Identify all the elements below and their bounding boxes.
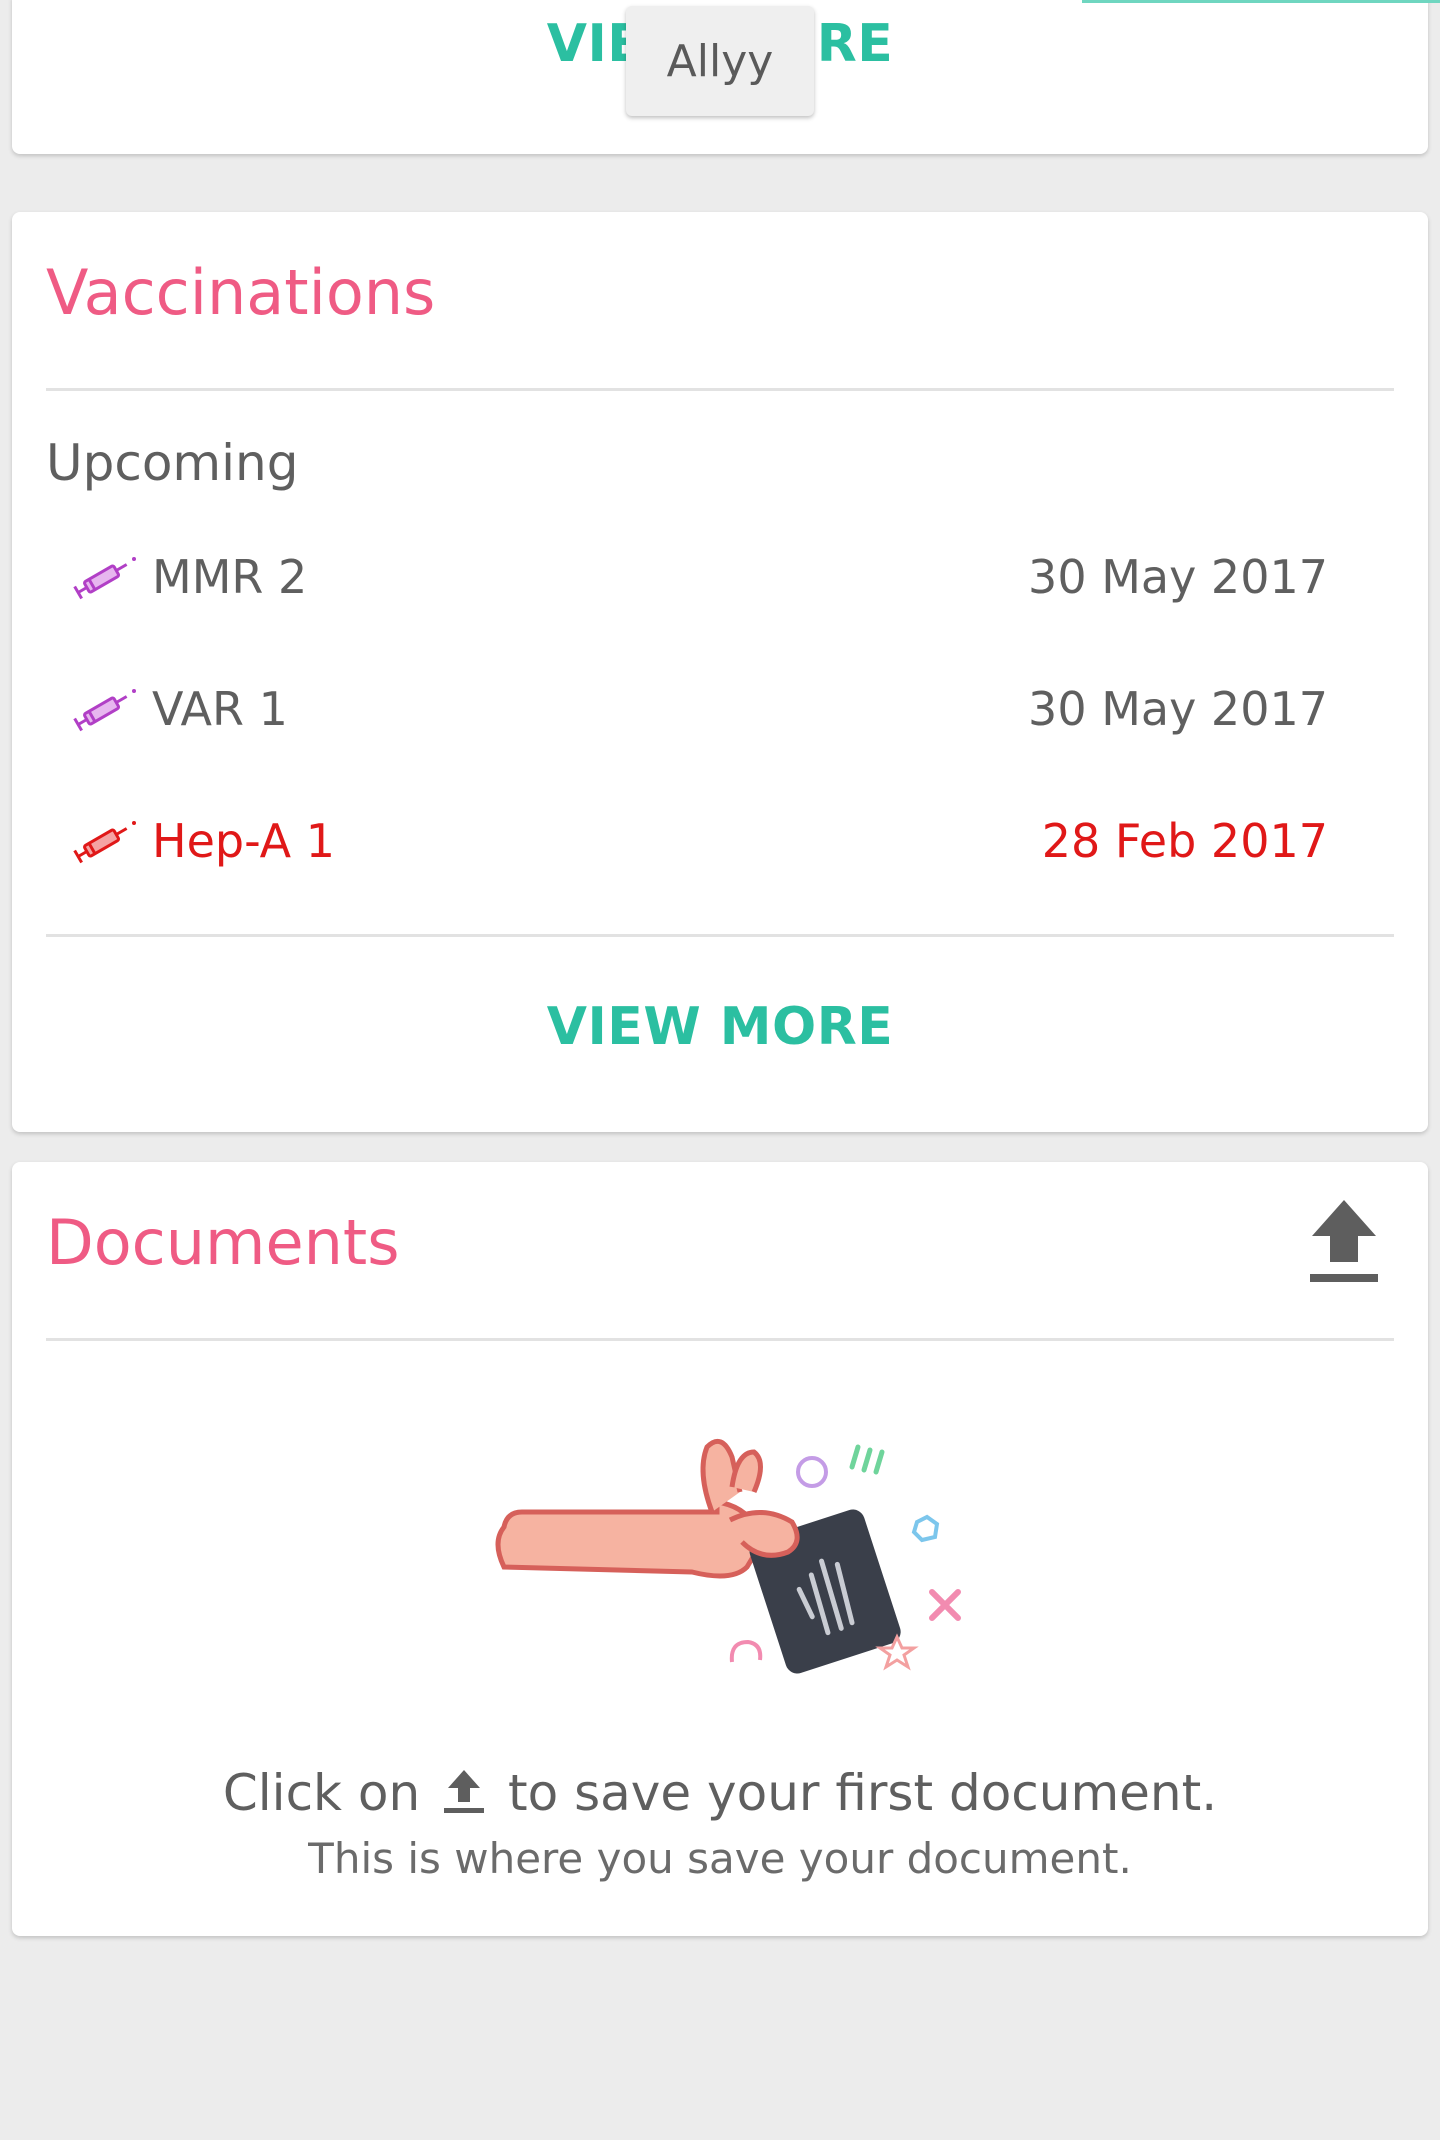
message-prefix: Click on <box>222 1764 421 1822</box>
vaccination-row[interactable]: MMR 2 30 May 2017 <box>12 542 1428 612</box>
message-suffix: to save your first document. <box>508 1764 1218 1822</box>
empty-state-message: Click on to save your first document. <box>12 1764 1428 1822</box>
syringe-icon <box>73 689 136 732</box>
syringe-icon <box>73 821 136 864</box>
vaccine-date: 30 May 2017 <box>1028 682 1328 736</box>
vaccine-date: 30 May 2017 <box>1028 550 1328 604</box>
tooltip: Allyy <box>626 6 814 116</box>
divider <box>46 934 1394 937</box>
empty-state-subtext: This is where you save your document. <box>308 1834 1132 1883</box>
divider <box>46 388 1394 391</box>
upcoming-label: Upcoming <box>46 434 299 492</box>
vaccination-row-overdue[interactable]: Hep-A 1 28 Feb 2017 <box>12 806 1428 876</box>
divider <box>46 1338 1394 1341</box>
tooltip-text: Allyy <box>666 35 774 87</box>
syringe-icon <box>73 557 136 600</box>
top-accent-line <box>1082 0 1440 3</box>
documents-card: Documents Click on to save your first do… <box>12 1162 1428 1936</box>
vaccine-name: Hep-A 1 <box>152 814 336 868</box>
xray-hand-illustration-icon <box>495 1438 961 1674</box>
upload-icon-inline <box>444 1770 485 1813</box>
vaccine-name: VAR 1 <box>152 682 288 736</box>
vaccine-date: 28 Feb 2017 <box>1041 814 1328 868</box>
vaccinations-title: Vaccinations <box>46 256 436 329</box>
vaccinations-card: Vaccinations Upcoming MMR 2 30 May 2017 <box>12 212 1428 1132</box>
view-more-button[interactable]: VIEW MORE <box>12 997 1428 1057</box>
documents-title: Documents <box>46 1206 400 1279</box>
vaccination-row[interactable]: VAR 1 30 May 2017 <box>12 674 1428 744</box>
upload-icon[interactable] <box>1308 1196 1380 1286</box>
vaccine-name: MMR 2 <box>152 550 308 604</box>
